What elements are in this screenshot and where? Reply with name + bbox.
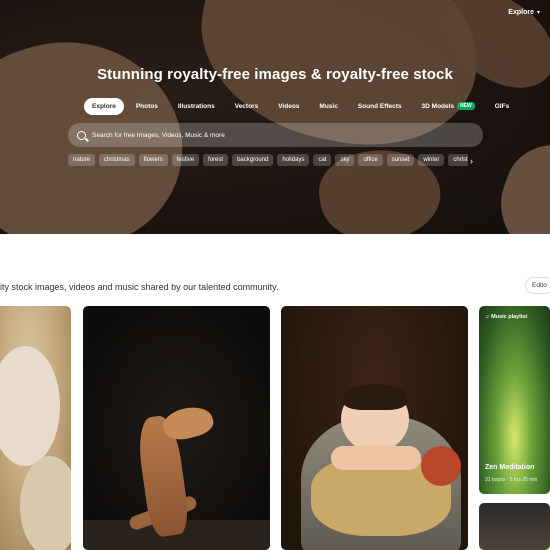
playlist-title: Zen Meditation (485, 464, 535, 471)
tab-music[interactable]: Music (311, 98, 345, 115)
playlist-badge-label: Music playlist (491, 314, 528, 320)
gallery-image-animal[interactable] (0, 306, 71, 550)
image-detail (0, 346, 60, 466)
tag-chip[interactable]: nature (68, 154, 96, 166)
tab-label: Photos (135, 102, 158, 110)
playlist-badge: ♫ Music playlist (485, 314, 527, 320)
tag-chip[interactable]: festive (171, 154, 200, 166)
tag-chip[interactable]: flowers (138, 154, 168, 166)
tag-chip[interactable]: holidays (277, 154, 310, 166)
tab-label: Music (319, 102, 338, 110)
tab-label: Illustrations (177, 102, 215, 110)
community-tagline: ity stock images, videos and music share… (0, 282, 279, 292)
gallery-image-lizard[interactable] (83, 306, 270, 550)
tab-sound-effects[interactable]: Sound Effects (350, 98, 410, 115)
tab-label: Sound Effects (357, 102, 402, 110)
editors-choice-button[interactable]: Edito (525, 277, 550, 294)
image-detail (331, 446, 421, 470)
tab-label: Explore (92, 102, 116, 110)
tab-label: Vectors (234, 102, 259, 110)
explore-menu-label: Explore (508, 9, 534, 16)
tag-chip[interactable]: background (232, 154, 274, 166)
hero-overlay (0, 0, 550, 234)
tab-vectors[interactable]: Vectors (227, 98, 267, 115)
playlist-meta: 31 tracks · 5 hrs 25 min (485, 477, 538, 483)
tab-gifs[interactable]: GIFs (487, 98, 517, 115)
music-note-icon: ♫ (485, 314, 490, 320)
tab-explore[interactable]: Explore (84, 97, 124, 115)
tag-chip[interactable]: sunset (386, 154, 415, 166)
hero-title: Stunning royalty-free images & royalty-f… (97, 66, 453, 83)
tab-label: 3D Models (421, 102, 455, 110)
tag-chip[interactable]: winter (418, 154, 445, 166)
tab-illustrations[interactable]: Illustrations (170, 98, 223, 115)
search-input[interactable]: Search for free Images, Videos, Music & … (68, 123, 483, 147)
image-detail (20, 456, 71, 550)
tag-chip[interactable]: sky (335, 154, 355, 166)
chevron-right-icon[interactable]: › (470, 156, 473, 166)
tag-chip[interactable]: christm (448, 154, 468, 166)
tag-chip[interactable]: cat (313, 154, 332, 166)
tab-videos[interactable]: Videos (270, 98, 307, 115)
tag-chip[interactable]: office (358, 154, 383, 166)
search-icon (77, 130, 86, 140)
media-type-tabs: Explore Photos Illustrations Vectors Vid… (84, 97, 517, 115)
tab-photos[interactable]: Photos (128, 98, 166, 115)
music-playlist-card[interactable]: ♫ Music playlist Zen Meditation 31 track… (479, 306, 550, 494)
new-badge: NEW (457, 102, 475, 110)
search-placeholder: Search for free Images, Videos, Music & … (92, 131, 225, 139)
image-detail (421, 446, 461, 486)
tab-label: GIFs (494, 102, 510, 110)
tag-chip[interactable]: christmas (99, 154, 135, 166)
chevron-down-icon: ▾ (536, 10, 540, 16)
gallery-image[interactable] (479, 503, 550, 550)
explore-menu-button[interactable]: Explore ▾ (508, 9, 540, 16)
hero-banner: Explore ▾ Stunning royalty-free images &… (0, 0, 550, 234)
image-detail (343, 384, 407, 410)
popular-tags: nature christmas flowers festive forest … (68, 154, 468, 166)
tab-3d-models[interactable]: 3D Models NEW (414, 97, 483, 115)
tab-label: Videos (278, 102, 300, 110)
tag-chip[interactable]: forest (203, 154, 229, 166)
gallery-image-baby[interactable] (281, 306, 468, 550)
